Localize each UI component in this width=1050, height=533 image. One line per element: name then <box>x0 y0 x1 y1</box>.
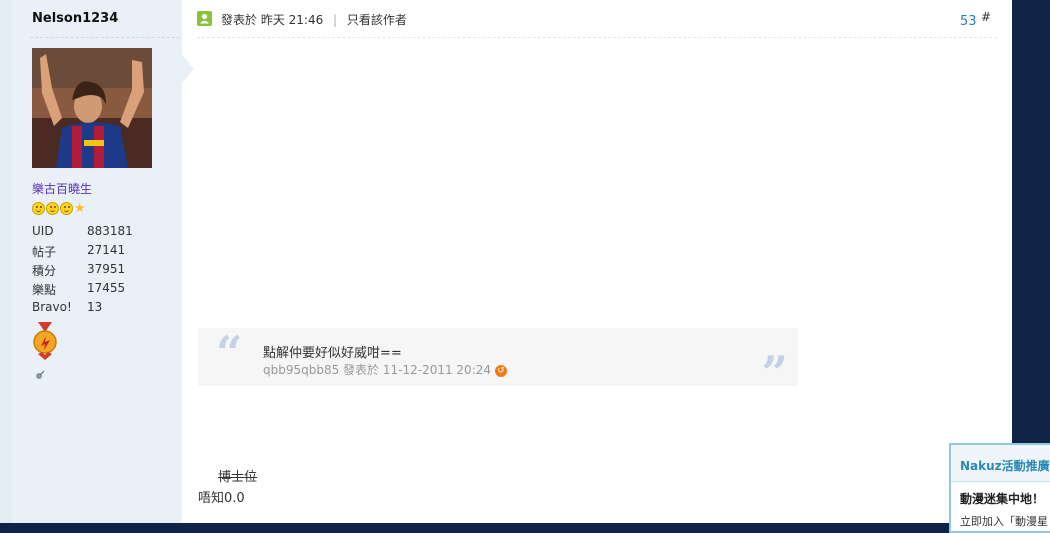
post-time: 發表於 昨天 21:46 <box>221 13 324 27</box>
promo-widget[interactable]: Nakuz活動推廣 動漫迷集中地！ 立即加入「動漫星 <box>949 443 1050 533</box>
stat-label: 積分 <box>32 264 57 278</box>
post-meta: 發表於 昨天 21:46 | 只看該作者 <box>221 11 407 28</box>
user-group-title[interactable]: 樂古百曉生 <box>32 180 92 197</box>
page-left-strip <box>0 0 12 523</box>
sidebar-pointer <box>182 55 194 83</box>
promo-text: 立即加入「動漫星 <box>960 515 1048 528</box>
post-message: 唔知0.0 <box>198 491 245 506</box>
stat-label: 樂點 <box>32 283 57 297</box>
stat-label: Bravo! <box>32 300 72 314</box>
stat-value: 17455 <box>87 281 126 295</box>
stat-label: UID <box>32 224 54 238</box>
user-glyph <box>200 13 209 24</box>
stat-value: 37951 <box>87 262 126 276</box>
avatar-image <box>32 48 152 168</box>
post-header: 發表於 昨天 21:46 | 只看該作者 <box>197 9 997 38</box>
rank-icons: ★ <box>32 202 86 215</box>
medal-graphic <box>33 322 57 360</box>
satellite-graphic <box>36 370 45 379</box>
stat-value[interactable]: 883181 <box>87 224 133 243</box>
stat-row: 帖子 27141 <box>32 243 133 262</box>
medal-icon[interactable] <box>32 322 58 364</box>
floor-hash: # <box>981 10 992 24</box>
smiley-icon <box>32 202 45 215</box>
stat-row: 樂點 17455 <box>32 281 133 300</box>
satellite-icon[interactable] <box>35 365 45 379</box>
post-container: Nelson1234 樂古百曉生 ★ UID 883181 帖子 27141 積… <box>12 0 1012 523</box>
stat-row: UID 883181 <box>32 224 133 243</box>
sidebar-divider <box>30 37 180 38</box>
struck-text: 博士位 <box>218 470 258 485</box>
promo-subtitle: 動漫迷集中地！ <box>960 492 1045 506</box>
stat-value[interactable]: 27141 <box>87 243 125 262</box>
stat-row: Bravo! 13 <box>32 300 133 319</box>
quote-block: “ 點解仲要好似好威咁== qbb95qbb85 發表於 11-12-2011 … <box>198 326 798 396</box>
stat-value: 13 <box>87 300 103 314</box>
view-author-only-link[interactable]: 只看該作者 <box>347 13 407 27</box>
user-sidebar: Nelson1234 樂古百曉生 ★ UID 883181 帖子 27141 積… <box>12 0 182 523</box>
floor-number-link[interactable]: 53 <box>960 14 977 29</box>
quote-meta: qbb95qbb85 發表於 11-12-2011 20:24 ↺ <box>263 361 508 378</box>
close-quote-icon: ” <box>761 346 788 400</box>
smiley-icon <box>46 202 59 215</box>
promo-title[interactable]: Nakuz活動推廣 <box>960 457 1050 474</box>
avatar[interactable] <box>32 48 152 168</box>
smiley-icon <box>60 202 73 215</box>
stat-label: 帖子 <box>32 245 57 259</box>
user-name-link[interactable]: Nelson1234 <box>32 11 118 26</box>
user-stats: UID 883181 帖子 27141 積分 37951 樂點 17455 Br… <box>32 224 133 319</box>
open-quote-icon: “ <box>216 326 243 380</box>
meta-separator: | <box>333 13 338 27</box>
online-user-icon <box>197 11 212 26</box>
quote-author-line: qbb95qbb85 發表於 11-12-2011 20:24 <box>263 363 492 377</box>
jump-to-post-icon[interactable]: ↺ <box>495 364 508 377</box>
quote-text: 點解仲要好似好威咁== <box>263 346 402 361</box>
stat-row: 積分 37951 <box>32 262 133 281</box>
star-icon: ★ <box>74 201 86 216</box>
